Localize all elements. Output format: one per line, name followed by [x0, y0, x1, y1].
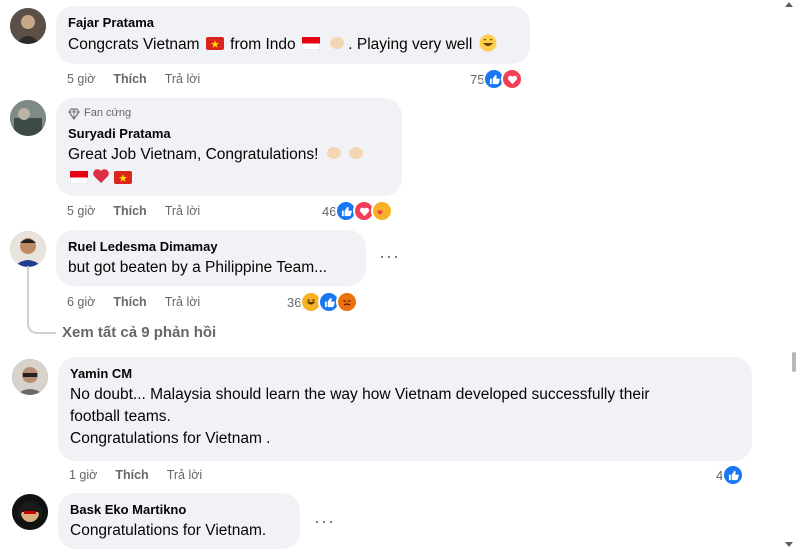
pray-hands-icon [330, 37, 345, 49]
comment-text: Congcrats Vietnam from Indo . Playing ve… [68, 34, 518, 56]
reaction-count: 75 [470, 71, 485, 87]
reply-button[interactable]: Trả lời [167, 468, 203, 482]
comment-actions: 5 giờ Thích Trả lời [67, 204, 218, 218]
comment-actions: 6 giờ Thích Trả lời [67, 295, 218, 309]
grin-emoji-icon [479, 34, 497, 52]
commenter-name[interactable]: Yamin CM [70, 365, 740, 382]
avatar[interactable] [12, 359, 48, 395]
reaction-summary[interactable]: 4 [716, 464, 745, 486]
angry-icon [336, 291, 359, 313]
comment-time[interactable]: 5 giờ [67, 72, 95, 86]
reaction-summary[interactable]: 75 [470, 68, 524, 90]
comment-time[interactable]: 1 giờ [69, 468, 97, 482]
comment-bubble: Fan cứng Suryadi Pratama Great Job Vietn… [56, 98, 402, 196]
view-all-replies-link[interactable]: Xem tất cả 9 phản hồi [62, 324, 216, 341]
clap-icon [326, 147, 341, 159]
scroll-up-arrow-icon[interactable] [784, 0, 794, 8]
comment-actions: 1 giờ Thích Trả lời [69, 468, 220, 482]
thread-connector [27, 266, 56, 334]
comment-bubble: Ruel Ledesma Dimamay but got beaten by a… [56, 230, 366, 286]
comment-text-part: . Playing very well [348, 36, 473, 53]
fan-badge-label: Fan cứng [84, 107, 132, 119]
comment-text-line: football teams. [70, 408, 171, 425]
comment-text-line: No doubt... Malaysia should learn the wa… [70, 386, 650, 403]
comment-emoji-line [68, 168, 390, 190]
comment-text-line: Congratulations for Vietnam . [70, 430, 271, 447]
comment-text: Congratulations for Vietnam. [70, 522, 267, 539]
avatar[interactable] [10, 231, 46, 267]
love-icon [501, 68, 524, 90]
care-icon [371, 200, 394, 222]
comment-text-part: Great Job Vietnam, Congratulations! [68, 146, 319, 163]
reply-button[interactable]: Trả lời [165, 204, 201, 218]
comment-time[interactable]: 5 giờ [67, 204, 95, 218]
reaction-summary[interactable]: 46 [322, 200, 394, 222]
commenter-name[interactable]: Fajar Pratama [68, 14, 518, 31]
commenter-name[interactable]: Suryadi Pratama [68, 125, 390, 142]
like-button[interactable]: Thích [113, 72, 146, 86]
comment-text-part: Congcrats Vietnam [68, 36, 200, 53]
clap-icon [348, 147, 363, 159]
scroll-down-arrow-icon[interactable] [784, 541, 794, 549]
comment-bubble: Bask Eko Martikno Congratulations for Vi… [58, 493, 300, 549]
commenter-name[interactable]: Bask Eko Martikno [70, 501, 288, 518]
more-options-button[interactable]: ··· [379, 246, 400, 267]
like-button[interactable]: Thích [115, 468, 148, 482]
reply-button[interactable]: Trả lời [165, 72, 201, 86]
indonesia-flag-icon [301, 37, 320, 50]
like-button[interactable]: Thích [113, 295, 146, 309]
diamond-icon [68, 107, 80, 120]
like-button[interactable]: Thích [113, 204, 146, 218]
comment-time[interactable]: 6 giờ [67, 295, 95, 309]
reply-button[interactable]: Trả lời [165, 295, 201, 309]
commenter-name[interactable]: Ruel Ledesma Dimamay [68, 238, 354, 255]
avatar[interactable] [12, 494, 48, 530]
comment-text: Great Job Vietnam, Congratulations! [68, 144, 390, 166]
reaction-count: 46 [322, 203, 337, 219]
scrollbar-track[interactable] [792, 352, 796, 372]
more-options-button[interactable]: ··· [314, 511, 335, 532]
avatar[interactable] [10, 100, 46, 136]
comment-bubble: Yamin CM No doubt... Malaysia should lea… [58, 357, 752, 461]
comment-text-part: from Indo [230, 36, 296, 53]
vietnam-flag-icon [205, 37, 224, 50]
reaction-summary[interactable]: 36 [287, 291, 359, 313]
comment-bubble: Fajar Pratama Congcrats Vietnam from Ind… [56, 6, 530, 64]
reaction-count: 36 [287, 294, 302, 310]
fan-badge: Fan cứng [68, 106, 390, 121]
red-heart-icon [93, 169, 109, 183]
avatar[interactable] [10, 8, 46, 44]
comment-text: but got beaten by a Philippine Team... [68, 259, 328, 276]
like-icon [722, 464, 745, 486]
vietnam-flag-icon [114, 171, 132, 184]
indonesia-flag-icon [70, 171, 88, 184]
comment-actions: 5 giờ Thích Trả lời [67, 72, 218, 86]
